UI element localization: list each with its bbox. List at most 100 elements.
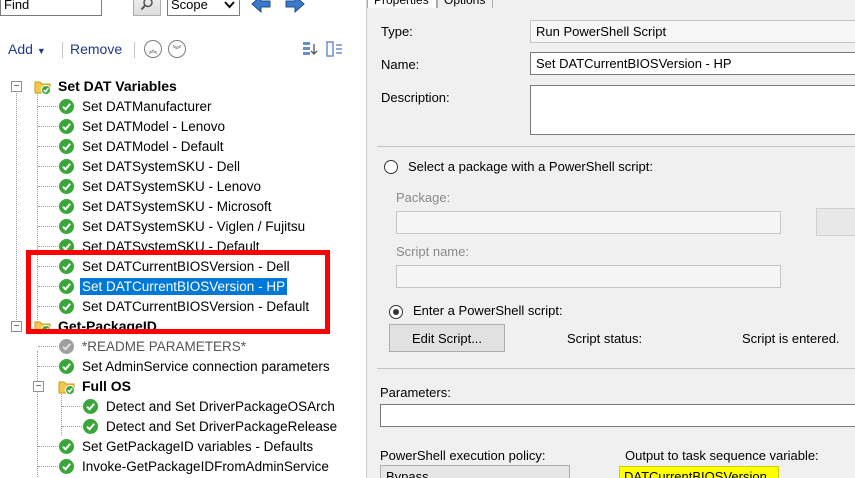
tree-connector	[38, 266, 58, 267]
tree-item-label: Set DATModel - Default	[82, 138, 224, 154]
collapse-toggle[interactable]: −	[33, 381, 44, 392]
tree-item-label: Set DATCurrentBIOSVersion - Default	[82, 298, 310, 314]
toolbar-divider	[134, 42, 135, 58]
tree-group-full-os[interactable]: Full OS	[58, 376, 133, 396]
tab-properties[interactable]: Properties	[367, 0, 437, 8]
expand-all-icon[interactable]	[302, 41, 320, 57]
package-label: Package:	[396, 190, 451, 205]
tree-item-disabled[interactable]: *README PARAMETERS*	[58, 336, 248, 356]
parameters-input[interactable]	[380, 404, 855, 427]
tab-options[interactable]: Options	[437, 0, 493, 8]
tree-toolbar: Add ▼ Remove ︽ ︾	[0, 36, 360, 62]
tree-item-label: Set DATCurrentBIOSVersion - HP	[80, 277, 288, 295]
disabled-step-icon	[59, 338, 74, 354]
folder-check-icon	[34, 321, 51, 335]
tree-item-label: Detect and Set DriverPackageOSArch	[106, 398, 335, 414]
tree-connector	[38, 346, 58, 347]
remove-button[interactable]: Remove	[70, 41, 122, 57]
arrow-left-icon	[251, 0, 271, 13]
script-name-label: Script name:	[396, 244, 469, 259]
folder-check-icon	[34, 81, 51, 95]
tree-item[interactable]: Set DATModel - Lenovo	[58, 116, 227, 136]
tree-item[interactable]: Set DATModel - Default	[58, 136, 226, 156]
edit-script-button[interactable]: Edit Script...	[389, 324, 505, 352]
type-label: Type:	[381, 24, 413, 39]
script-status-label: Script status:	[567, 331, 643, 346]
tree-connector	[16, 90, 17, 330]
tree-item-label: Set DATSystemSKU - Viglen / Fujitsu	[82, 218, 306, 234]
chevron-double-up-icon: ︽	[148, 44, 158, 55]
green-check-icon	[83, 398, 98, 414]
tree-item[interactable]: Set GetPackageID variables - Defaults	[58, 436, 315, 456]
section-divider	[377, 368, 855, 369]
tree-item-label: Set DATSystemSKU - Default	[82, 238, 260, 254]
chevron-down-icon	[224, 1, 235, 9]
tree-connector	[38, 306, 58, 307]
tree-item[interactable]: Set DATCurrentBIOSVersion - Default	[58, 296, 311, 316]
move-down-button[interactable]: ︾	[168, 40, 186, 58]
arrow-right-icon	[285, 0, 305, 13]
description-input[interactable]	[530, 85, 855, 135]
find-button[interactable]	[133, 0, 161, 16]
tree-connector	[37, 351, 38, 477]
tree-connector	[38, 206, 58, 207]
script-name-input[interactable]	[396, 265, 781, 288]
tree-connector	[37, 93, 38, 330]
tree-item[interactable]: Detect and Set DriverPackageRelease	[82, 416, 339, 436]
tree-group-set-dat-variables[interactable]: Set DAT Variables	[34, 76, 179, 96]
find-input[interactable]: Find	[0, 0, 102, 16]
next-match-button[interactable]	[280, 0, 310, 16]
tree-item[interactable]: Detect and Set DriverPackageOSArch	[82, 396, 337, 416]
tree-connector	[38, 166, 58, 167]
tree-connector	[62, 426, 82, 427]
previous-match-button[interactable]	[246, 0, 276, 16]
tree-group-get-packageid[interactable]: Get-PackageID	[34, 316, 159, 336]
add-menu-button[interactable]: Add ▼	[8, 41, 46, 57]
green-check-icon	[59, 118, 74, 134]
tree-item[interactable]: Set AdminService connection parameters	[58, 356, 332, 376]
tree-connector	[38, 126, 58, 127]
tree-item-label: Full OS	[82, 378, 131, 394]
tree-item[interactable]: Invoke-GetPackageIDFromAdminService	[58, 456, 331, 476]
task-sequence-tree: − Set DAT Variables Set DATManufacturer …	[0, 76, 360, 478]
move-up-button[interactable]: ︽	[144, 40, 162, 58]
search-icon	[140, 0, 153, 11]
name-input[interactable]: Set DATCurrentBIOSVersion - HP	[530, 52, 855, 75]
task-sequence-tree-pane: Find Scope Add ▼ Remove ︽ ︾ − Set DAT Va…	[0, 0, 360, 478]
green-check-icon	[83, 418, 98, 434]
tree-item[interactable]: Set DATSystemSKU - Viglen / Fujitsu	[58, 216, 307, 236]
find-bar: Find Scope	[0, 0, 360, 22]
green-check-icon	[59, 98, 74, 114]
tree-item[interactable]: Set DATSystemSKU - Microsoft	[58, 196, 274, 216]
tree-connector	[38, 466, 58, 467]
section-divider	[377, 146, 855, 147]
output-variable-input[interactable]: DATCurrentBIOSVersion	[619, 466, 779, 478]
radio-select-package[interactable]	[384, 160, 398, 174]
scope-dropdown[interactable]: Scope	[167, 0, 240, 16]
tree-item-label: *README PARAMETERS*	[82, 338, 247, 354]
green-check-icon	[59, 258, 74, 274]
parameters-label: Parameters:	[380, 385, 451, 400]
package-input[interactable]	[396, 211, 781, 234]
collapse-toggle[interactable]: −	[11, 321, 22, 332]
collapse-toggle[interactable]: −	[11, 81, 22, 92]
radio-enter-script[interactable]	[389, 305, 403, 319]
green-check-icon	[59, 198, 74, 214]
execution-policy-select[interactable]: Bypass	[380, 465, 570, 478]
chevron-down-icon: ▼	[36, 46, 46, 56]
browse-package-button[interactable]	[816, 208, 855, 236]
tree-item-label: Set DATSystemSKU - Dell	[82, 158, 241, 174]
tree-item[interactable]: Set DATSystemSKU - Default	[58, 236, 262, 256]
tree-item-label: Get-PackageID	[58, 318, 157, 334]
tree-item[interactable]: Set DATManufacturer	[58, 96, 214, 116]
type-field: Run PowerShell Script	[530, 20, 855, 43]
tree-item[interactable]: Set DATSystemSKU - Dell	[58, 156, 242, 176]
tree-item[interactable]: Set DATSystemSKU - Lenovo	[58, 176, 263, 196]
folder-check-icon	[58, 381, 75, 395]
tree-connector	[38, 286, 58, 287]
collapse-all-icon[interactable]	[326, 41, 344, 57]
tree-item[interactable]: Set DATCurrentBIOSVersion - Dell	[58, 256, 292, 276]
radio-enter-script-label: Enter a PowerShell script:	[413, 303, 563, 318]
tree-connector	[38, 366, 58, 367]
tree-item-selected[interactable]: Set DATCurrentBIOSVersion - HP	[58, 276, 288, 296]
